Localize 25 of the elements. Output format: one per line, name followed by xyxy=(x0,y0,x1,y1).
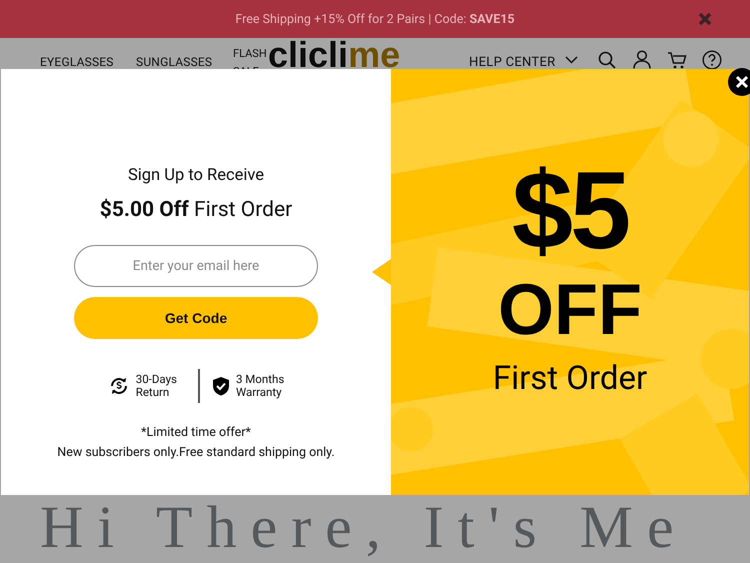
page-heading: Hi There, It's Me xyxy=(40,497,688,557)
discount-amount: $5 xyxy=(512,156,628,266)
feature-label: 30-Days Return xyxy=(136,373,177,399)
promo-banner-text: Free Shipping +15% Off for 2 Pairs | Code: SAVE15 xyxy=(235,12,515,26)
search-icon[interactable] xyxy=(598,51,616,69)
chevron-down-icon xyxy=(565,56,578,64)
help-center-menu[interactable]: HELP CENTER xyxy=(469,55,556,70)
help-icon[interactable] xyxy=(702,50,722,70)
user-icon[interactable] xyxy=(633,50,651,69)
cart-icon[interactable] xyxy=(667,51,687,69)
nav-link[interactable]: SUNGLASSES xyxy=(136,55,212,69)
discount-subtitle: First Order xyxy=(492,362,648,395)
close-icon xyxy=(735,75,749,89)
shield-check-icon xyxy=(212,376,230,396)
notch-icon xyxy=(372,259,391,285)
offer-text: $5.00 Off First Order xyxy=(100,197,292,223)
discount-off-text: OFF xyxy=(498,274,642,346)
limited-offer-note: *Limited time offer* xyxy=(141,425,251,440)
feature-label: 3 Months Warranty xyxy=(236,373,284,399)
nav-link[interactable]: EYEGLASSES xyxy=(40,55,114,69)
signup-title: Sign Up to Receive xyxy=(128,166,264,186)
email-field[interactable]: Enter your email here xyxy=(74,245,318,287)
logo[interactable]: cliclime xyxy=(268,38,400,72)
get-code-button[interactable]: Get Code xyxy=(74,297,318,339)
terms-text: New subscribers only.Free standard shipping only. xyxy=(57,445,335,460)
